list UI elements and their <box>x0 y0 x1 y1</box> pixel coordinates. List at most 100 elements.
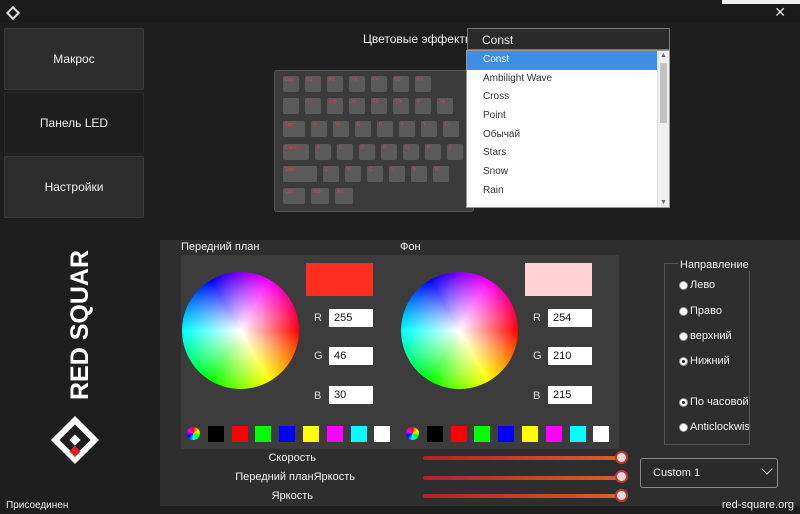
effects-dropdown-list: Const Ambilight Wave Cross Point Обычай … <box>466 50 670 208</box>
g-label: G <box>533 350 542 362</box>
background-picker: R G B <box>400 255 619 449</box>
brightness-slider-knob[interactable] <box>615 489 628 502</box>
foreground-brightness-slider[interactable] <box>423 476 619 480</box>
mini-color-wheel-icon[interactable] <box>406 427 419 440</box>
keyboard-key: F <box>381 144 397 160</box>
radio-label: Нижний <box>690 355 730 367</box>
keyboard-key: D <box>359 144 375 160</box>
preset-swatch[interactable] <box>593 426 610 442</box>
background-g-input[interactable] <box>548 347 592 365</box>
effects-option[interactable]: Cross <box>467 88 669 107</box>
foreground-title: Передний план <box>181 241 260 253</box>
keyboard-key: 7& <box>437 98 453 114</box>
keyboard-key: Shift <box>283 166 317 182</box>
profile-select[interactable]: Custom 1 <box>640 458 778 488</box>
effects-option[interactable]: Rain <box>467 182 669 201</box>
keyboard-key: N <box>433 166 449 182</box>
preset-swatch[interactable] <box>302 426 319 442</box>
keyboard-key: 6^ <box>415 98 431 114</box>
direction-left-radio[interactable]: Лево <box>679 279 749 291</box>
sidebar-item-label: Настройки <box>44 180 104 194</box>
keyboard-key: Ctrl <box>283 188 305 204</box>
foreground-color-wheel[interactable] <box>182 272 299 389</box>
clockwise-radio[interactable]: По часовой <box>679 396 749 408</box>
preset-swatch[interactable] <box>569 426 586 442</box>
keyboard-key: V <box>389 166 405 182</box>
keyboard-key: Esc <box>283 76 299 92</box>
keyboard-key: H <box>425 144 441 160</box>
keyboard-key: F5 <box>393 76 409 92</box>
keyboard-key: 4$ <box>371 98 387 114</box>
speed-slider-knob[interactable] <box>615 451 628 464</box>
preset-swatch[interactable] <box>545 426 562 442</box>
radio-dot[interactable] <box>679 331 688 341</box>
effects-option[interactable]: Stars <box>467 144 669 163</box>
scroll-up-icon[interactable]: ▲ <box>660 52 667 59</box>
radio-dot[interactable] <box>679 306 688 316</box>
background-color-wheel[interactable] <box>401 272 518 389</box>
keyboard-key: Tab <box>283 121 305 137</box>
effects-option[interactable]: Snow <box>467 163 669 182</box>
preset-swatch[interactable] <box>498 426 515 442</box>
title-bar: ✕ <box>0 0 800 22</box>
sidebar-item-settings[interactable]: Настройки <box>4 156 144 218</box>
effects-option[interactable]: Const <box>467 51 669 70</box>
foreground-swatch-row <box>187 426 398 442</box>
brightness-slider[interactable] <box>423 494 619 498</box>
mini-color-wheel-icon[interactable] <box>187 427 200 440</box>
preset-swatch[interactable] <box>450 426 467 442</box>
effects-option[interactable]: Ambilight Wave <box>467 70 669 89</box>
speed-slider[interactable] <box>423 456 619 460</box>
direction-down-radio[interactable]: Нижний <box>679 355 749 367</box>
sidebar-item-led-panel[interactable]: Панель LED <box>4 92 144 154</box>
preset-swatch[interactable] <box>521 426 538 442</box>
direction-title: Направление <box>678 259 751 271</box>
brightness-label: Яркость <box>271 490 313 502</box>
sidebar-item-label: Макрос <box>53 52 95 66</box>
keyboard-key: X <box>345 166 361 182</box>
keyboard-key: R <box>377 121 393 137</box>
preset-swatch[interactable] <box>326 426 343 442</box>
direction-right-radio[interactable]: Право <box>679 305 749 317</box>
sidebar-item-macros[interactable]: Макрос <box>4 28 144 90</box>
effects-option[interactable]: Обычай <box>467 126 669 145</box>
r-label: R <box>533 312 541 324</box>
close-icon[interactable]: ✕ <box>774 4 786 21</box>
radio-dot[interactable] <box>679 397 688 407</box>
radio-label: Право <box>690 305 722 317</box>
keyboard-key: E <box>355 121 371 137</box>
dropdown-scrollbar[interactable]: ▲ ▼ <box>657 51 669 207</box>
background-color-swatch <box>525 263 592 296</box>
keyboard-key: 3# <box>349 98 365 114</box>
preset-swatch[interactable] <box>255 426 272 442</box>
radio-dot[interactable] <box>679 422 688 432</box>
preset-swatch[interactable] <box>279 426 296 442</box>
preset-swatch[interactable] <box>374 426 391 442</box>
anticlockwise-radio[interactable]: Anticlockwise <box>679 421 749 433</box>
background-r-input[interactable] <box>548 309 592 327</box>
background-title: Фон <box>400 241 421 253</box>
background-swatch-row <box>406 426 617 442</box>
foreground-brightness-knob[interactable] <box>615 470 628 483</box>
effects-option[interactable]: Point <box>467 107 669 126</box>
preset-swatch[interactable] <box>474 426 491 442</box>
preset-swatch[interactable] <box>231 426 248 442</box>
keyboard-key: F4 <box>371 76 387 92</box>
radio-dot[interactable] <box>679 280 688 290</box>
foreground-r-input[interactable] <box>329 309 373 327</box>
direction-up-radio[interactable]: верхний <box>679 330 749 342</box>
keyboard-key: F2 <box>327 76 343 92</box>
preset-swatch[interactable] <box>426 426 443 442</box>
preset-swatch[interactable] <box>350 426 367 442</box>
profile-select-value: Custom 1 <box>653 467 701 479</box>
scroll-down-icon[interactable]: ▼ <box>660 199 667 206</box>
effects-select[interactable]: Const <box>467 28 670 50</box>
background-b-input[interactable] <box>548 386 592 404</box>
site-link[interactable]: red-square.org <box>722 499 794 511</box>
preset-swatch[interactable] <box>207 426 224 442</box>
radio-dot[interactable] <box>679 356 688 366</box>
scrollbar-thumb[interactable] <box>660 63 667 123</box>
foreground-g-input[interactable] <box>329 347 373 365</box>
foreground-b-input[interactable] <box>329 386 373 404</box>
speed-label: Скорость <box>268 452 316 464</box>
